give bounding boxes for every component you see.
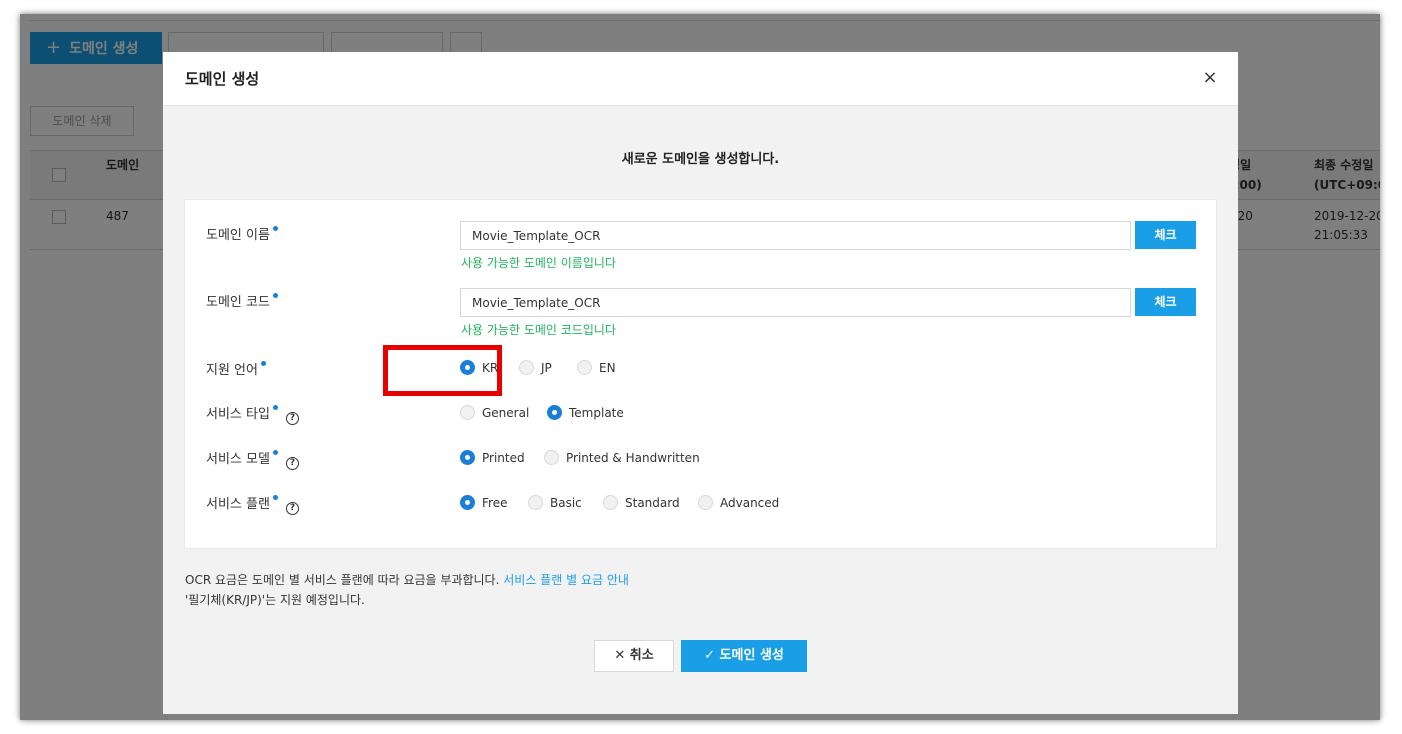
close-icon[interactable]: × xyxy=(1200,68,1220,88)
radio-label: Printed & Handwritten xyxy=(566,450,700,465)
service-model-radio-printed-handwritten[interactable]: Printed & Handwritten xyxy=(544,450,700,465)
service-type-radio-template[interactable]: Template xyxy=(547,405,624,420)
required-dot-icon xyxy=(272,450,278,455)
radio-label: Printed xyxy=(482,450,525,465)
domain-code-message: 사용 가능한 도메인 코드입니다 xyxy=(461,323,616,337)
service-type-label-text: 서비스 타입 xyxy=(206,407,270,422)
radio-empty-icon xyxy=(460,405,475,420)
domain-name-check-button[interactable]: 체크 xyxy=(1135,221,1196,249)
radio-label: JP xyxy=(541,360,552,375)
radio-selected-icon xyxy=(547,405,562,420)
modal-subtitle: 새로운 도메인을 생성합니다. xyxy=(621,152,780,167)
required-dot-icon xyxy=(272,293,278,298)
modal-title: 도메인 생성 xyxy=(185,70,260,88)
language-radio-en[interactable]: EN xyxy=(577,360,616,375)
required-dot-icon xyxy=(272,495,278,500)
submit-button-label: 도메인 생성 xyxy=(719,648,784,663)
domain-name-label-text: 도메인 이름 xyxy=(206,228,270,243)
help-icon[interactable]: ? xyxy=(285,412,299,425)
domain-name-label: 도메인 이름 xyxy=(206,224,278,243)
radio-empty-icon xyxy=(544,450,559,465)
domain-name-input[interactable] xyxy=(460,221,1131,250)
service-model-label: 서비스 모델? xyxy=(206,448,299,470)
cancel-button-label: 취소 xyxy=(629,648,654,663)
create-domain-modal: 도메인 생성 × 새로운 도메인을 생성합니다. 도메인 이름 체크 사용 가능… xyxy=(163,52,1238,714)
app-window: +도메인 생성 도메인 삭제 도메인 생성일 09:00) 최종 수정일 (UT… xyxy=(20,14,1380,720)
help-icon[interactable]: ? xyxy=(285,457,299,470)
modal-header: 도메인 생성 × xyxy=(163,52,1238,106)
pricing-note-text: OCR 요금은 도메인 별 서비스 플랜에 따라 요금을 부과합니다. xyxy=(185,573,500,587)
domain-form: 도메인 이름 체크 사용 가능한 도메인 이름입니다 도메인 코드 체크 사용 … xyxy=(184,199,1217,549)
domain-code-label-text: 도메인 코드 xyxy=(206,295,270,310)
radio-label: EN xyxy=(599,360,616,375)
required-dot-icon xyxy=(272,405,278,410)
service-model-label-text: 서비스 모델 xyxy=(206,452,270,467)
service-type-radio-general[interactable]: General xyxy=(460,405,529,420)
service-model-radio-printed[interactable]: Printed xyxy=(460,450,525,465)
service-plan-radio-basic[interactable]: Basic xyxy=(528,495,582,510)
language-label: 지원 언어 xyxy=(206,359,266,378)
radio-label: Standard xyxy=(625,495,680,510)
required-dot-icon xyxy=(272,226,278,231)
radio-empty-icon xyxy=(698,495,713,510)
domain-code-check-button[interactable]: 체크 xyxy=(1135,288,1196,316)
language-radio-jp[interactable]: JP xyxy=(519,360,552,375)
create-domain-submit-button[interactable]: ✓ 도메인 생성 xyxy=(681,640,807,672)
radio-empty-icon xyxy=(577,360,592,375)
radio-selected-icon xyxy=(460,450,475,465)
service-type-label: 서비스 타입? xyxy=(206,403,299,425)
radio-label: Free xyxy=(482,495,508,510)
service-plan-label-text: 서비스 플랜 xyxy=(206,497,270,512)
help-icon[interactable]: ? xyxy=(285,502,299,515)
radio-label: General xyxy=(482,405,530,420)
cancel-button[interactable]: ✕ 취소 xyxy=(594,640,674,672)
highlight-box xyxy=(383,345,502,396)
service-plan-radio-free[interactable]: Free xyxy=(460,495,507,510)
service-plan-radio-standard[interactable]: Standard xyxy=(603,495,680,510)
close-icon: ✕ xyxy=(614,648,630,663)
service-plan-label: 서비스 플랜? xyxy=(206,493,299,515)
radio-label: Template xyxy=(569,405,624,420)
language-label-text: 지원 언어 xyxy=(206,363,258,378)
required-dot-icon xyxy=(260,361,266,366)
radio-label: Advanced xyxy=(720,495,780,510)
pricing-note: OCR 요금은 도메인 별 서비스 플랜에 따라 요금을 부과합니다. 서비스 … xyxy=(185,571,629,588)
radio-empty-icon xyxy=(519,360,534,375)
radio-empty-icon xyxy=(603,495,618,510)
service-plan-radio-advanced[interactable]: Advanced xyxy=(698,495,779,510)
domain-code-input[interactable] xyxy=(460,288,1131,317)
checkmark-icon: ✓ xyxy=(704,648,720,663)
pricing-guide-link[interactable]: 서비스 플랜 별 요금 안내 xyxy=(503,573,629,587)
domain-code-label: 도메인 코드 xyxy=(206,291,278,310)
handwriting-note: '필기체(KR/JP)'는 지원 예정입니다. xyxy=(185,593,365,607)
radio-label: Basic xyxy=(550,495,582,510)
domain-name-message: 사용 가능한 도메인 이름입니다 xyxy=(461,256,616,270)
radio-selected-icon xyxy=(460,495,475,510)
radio-empty-icon xyxy=(528,495,543,510)
